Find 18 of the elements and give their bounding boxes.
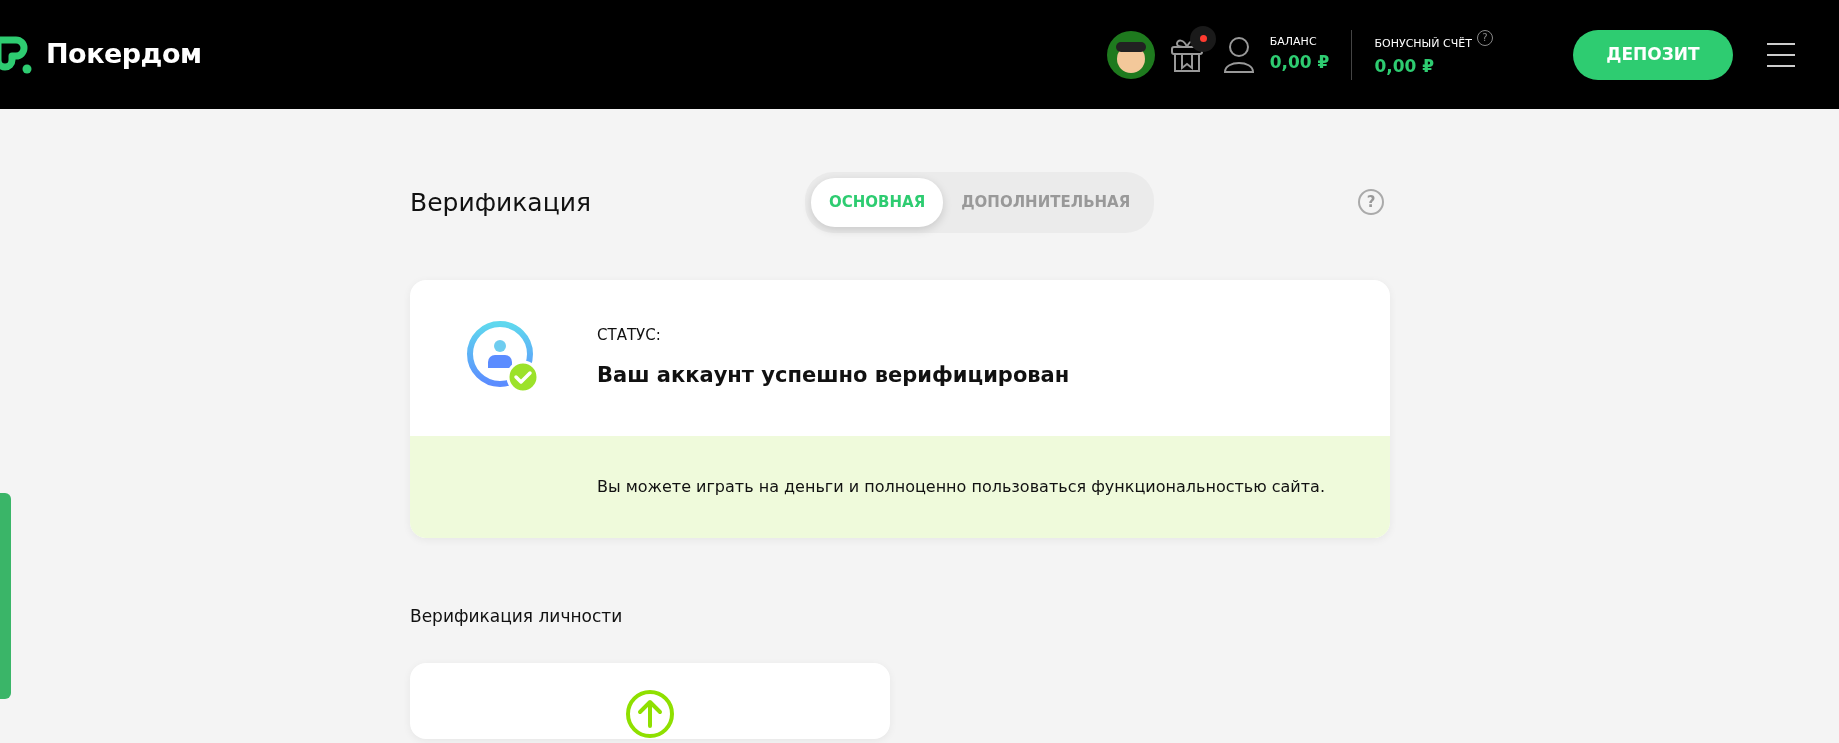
status-label: СТАТУС:	[597, 324, 662, 346]
avatar-icon[interactable]	[1105, 29, 1156, 80]
status-text: Ваш аккаунт успешно верифицирован	[597, 362, 1070, 389]
balance-label: БАЛАНС	[1269, 33, 1318, 50]
user-icon[interactable]	[1221, 35, 1256, 74]
deposit-button[interactable]: ДЕПОЗИТ	[1573, 29, 1733, 80]
menu-icon[interactable]	[1767, 41, 1795, 68]
status-message: Вы можете играть на деньги и полноценно пользоваться функциональностью сайта.	[597, 475, 1325, 498]
page-title: Верификация	[410, 186, 592, 219]
balance-value: 0,00 ₽	[1269, 51, 1330, 74]
tab[interactable]: ОСНОВНАЯ	[811, 178, 944, 227]
help-icon[interactable]: ?	[1358, 189, 1384, 216]
logo-text[interactable]: Покердом	[46, 34, 202, 75]
tab[interactable]: ДОПОЛНИТЕЛЬНАЯ	[943, 178, 1149, 227]
section-title: Верификация личности	[410, 604, 624, 628]
upload-icon	[625, 689, 675, 739]
bonus-value: 0,00 ₽	[1374, 54, 1436, 78]
bonus-label: БОНУСНЫЙ СЧЁТ	[1374, 36, 1472, 50]
